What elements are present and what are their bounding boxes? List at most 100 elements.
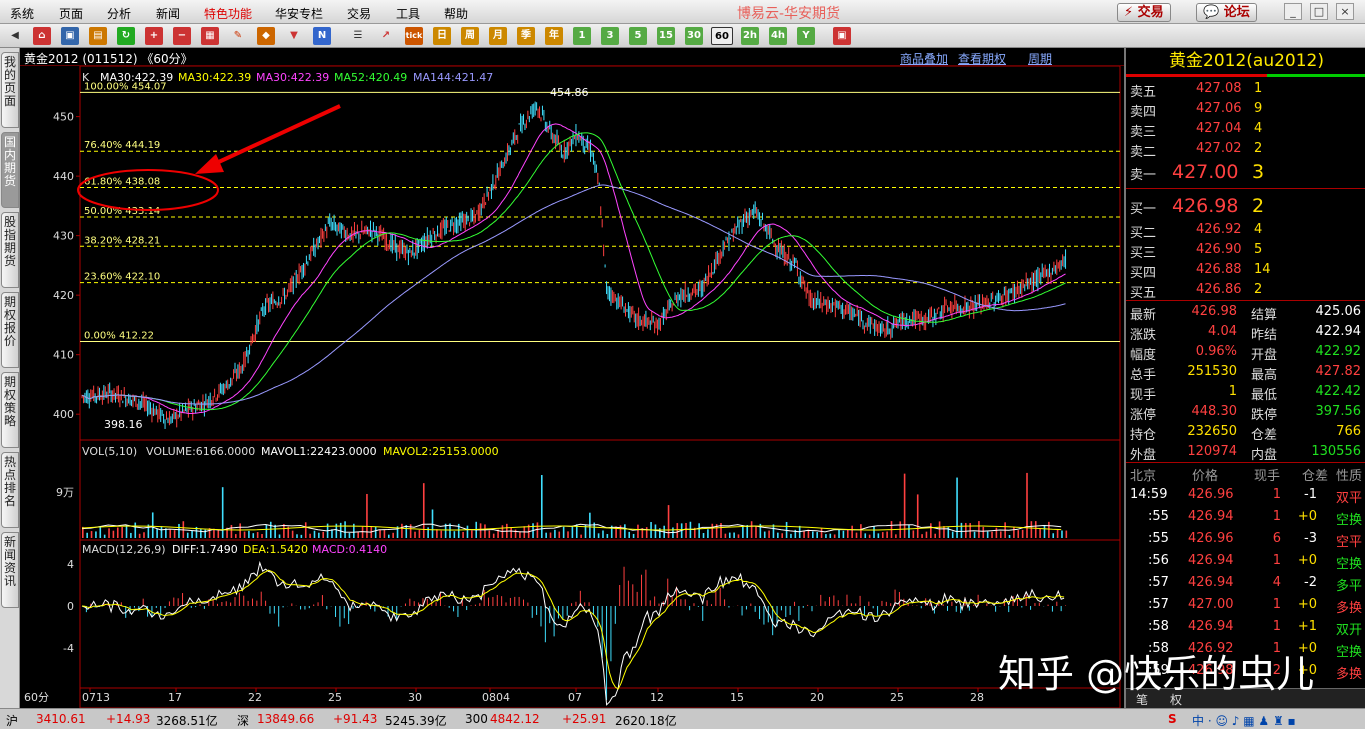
month-button[interactable]: 月	[489, 27, 507, 45]
stat-cell: 766	[1336, 424, 1361, 439]
filter-icon[interactable]: ▼	[285, 27, 303, 45]
ime-icon[interactable]: S	[1168, 712, 1177, 726]
volume-bar	[803, 530, 805, 538]
ma-legend: MA30:422.39	[256, 71, 329, 84]
y-tick-label: 450	[53, 111, 74, 124]
stat-cell: 幅度	[1130, 348, 1157, 363]
sh-label: 沪	[6, 714, 19, 728]
tick-cell: -2	[1304, 575, 1317, 590]
min60-button[interactable]: 60	[711, 27, 733, 45]
stat-row: 最新 426.98 结算 425.06	[1126, 302, 1365, 323]
back-icon[interactable]: ◀	[6, 27, 24, 45]
quarter-button[interactable]: 季	[517, 27, 535, 45]
side-tab-option-quotes[interactable]: 期权报价	[1, 292, 19, 368]
volume-bar	[418, 529, 421, 538]
side-tab-domestic-futures[interactable]: 国内期货	[1, 132, 19, 208]
view-options-link[interactable]: 查看期权	[958, 50, 1006, 67]
side-tab-hot-ranking[interactable]: 热点排名	[1, 452, 19, 528]
volume-bar	[637, 524, 639, 538]
window-icon[interactable]: ▦	[201, 27, 219, 45]
week-button[interactable]: 周	[461, 27, 479, 45]
volume-bar	[602, 530, 604, 538]
kline-chart[interactable]: 450440430420410400100.00% 454.0776.40% 4…	[20, 48, 1124, 708]
stat-cell: 最低	[1251, 388, 1278, 403]
draw-icon[interactable]: ◆	[257, 27, 275, 45]
chart-icon[interactable]: ↗	[377, 27, 395, 45]
maximize-button[interactable]: □	[1310, 3, 1328, 20]
volume-bar	[401, 523, 403, 538]
tick-header-cell: 价格	[1192, 469, 1219, 484]
menu-page[interactable]: 页面	[59, 5, 83, 22]
min1-button[interactable]: 1	[573, 27, 591, 45]
stat-cell: 结算	[1251, 308, 1278, 323]
min30-button[interactable]: 30	[685, 27, 703, 45]
csi300-change: +25.91	[562, 712, 607, 726]
menu-analysis[interactable]: 分析	[107, 5, 131, 22]
volume-bar	[838, 529, 840, 538]
trade-button[interactable]: ⚡ 交易	[1117, 3, 1171, 22]
day-button[interactable]: 日	[433, 27, 451, 45]
new-icon[interactable]: N	[313, 27, 331, 45]
stat-cell: 现手	[1130, 388, 1157, 403]
volume-bar	[291, 530, 294, 538]
h4-button[interactable]: 4h	[769, 27, 787, 45]
side-tab-option-strategy[interactable]: 期权策略	[1, 372, 19, 448]
pen-icon[interactable]: ✎	[229, 27, 247, 45]
minimize-button[interactable]: _	[1284, 3, 1302, 20]
tick-cell: 426.96	[1188, 487, 1234, 502]
refresh-icon[interactable]: ↻	[117, 27, 135, 45]
forum-button[interactable]: 💬 论坛	[1196, 3, 1257, 22]
tick-button[interactable]: tick	[405, 27, 423, 45]
zoom-out-icon[interactable]: −	[173, 27, 191, 45]
tick-cell: 1	[1272, 597, 1281, 612]
ask-row: 卖二 427.02 2	[1126, 139, 1365, 160]
menu-huaan-column[interactable]: 华安专栏	[275, 5, 323, 22]
year-period-button[interactable]: Y	[797, 27, 815, 45]
home-icon[interactable]: ⌂	[33, 27, 51, 45]
book-qty: 4	[1254, 121, 1263, 136]
side-tab-label: 热点排名	[3, 455, 16, 508]
ime-chinese-icon[interactable]: 中 · ☺ ♪ ▦ ♟ ♜ ▪	[1192, 712, 1296, 729]
overlay-link[interactable]: 商品叠加	[900, 50, 948, 67]
year-button[interactable]: 年	[545, 27, 563, 45]
volume-bar	[269, 521, 272, 538]
monitor-icon[interactable]: ▣	[61, 27, 79, 45]
volume-bar	[387, 534, 390, 538]
side-tab-index-futures[interactable]: 股指期货	[1, 212, 19, 288]
close-button[interactable]: ×	[1336, 3, 1354, 20]
tick-row: 14:59 426.96 1 -1 双平	[1126, 484, 1365, 506]
volume-bar	[711, 523, 714, 538]
volume-bar	[873, 526, 875, 538]
list-icon[interactable]: ☰	[349, 27, 367, 45]
volume-bar	[1061, 530, 1063, 538]
zoom-in-icon[interactable]: +	[145, 27, 163, 45]
volume-bar	[728, 532, 731, 538]
tick-cell: 4	[1272, 575, 1281, 590]
tick-header-cell: 现手	[1254, 469, 1281, 484]
side-tabs: 我的页面 国内期货 股指期货 期权报价 期权策略 热点排名 新闻资讯	[0, 48, 20, 708]
menu-trade[interactable]: 交易	[347, 5, 371, 22]
volume-bar	[877, 533, 880, 538]
menu-system[interactable]: 系统	[10, 5, 34, 22]
side-tab-my-page[interactable]: 我的页面	[1, 52, 19, 128]
h2-button[interactable]: 2h	[741, 27, 759, 45]
volume-bar	[471, 530, 473, 538]
chart-area[interactable]: 450 440 430 420 410 400 100.00% 454.07 76.40% 4…	[20, 48, 1124, 708]
book-icon[interactable]: ▤	[89, 27, 107, 45]
side-tab-news[interactable]: 新闻资讯	[1, 532, 19, 608]
volume-bar	[833, 534, 836, 538]
book-price: 427.02	[1196, 141, 1242, 156]
menu-features[interactable]: 特色功能	[204, 5, 252, 22]
menu-tools[interactable]: 工具	[396, 5, 420, 22]
min15-button[interactable]: 15	[657, 27, 675, 45]
menu-help[interactable]: 帮助	[444, 5, 468, 22]
tick-cell: 空平	[1336, 535, 1363, 550]
volume-bar	[86, 532, 88, 538]
period-link[interactable]: 周期	[1028, 50, 1052, 67]
volume-bar	[925, 531, 928, 538]
menu-news[interactable]: 新闻	[156, 5, 180, 22]
min5-button[interactable]: 5	[629, 27, 647, 45]
ma-legend: MA144:421.47	[413, 71, 493, 84]
settings-icon[interactable]: ▣	[833, 27, 851, 45]
min3-button[interactable]: 3	[601, 27, 619, 45]
